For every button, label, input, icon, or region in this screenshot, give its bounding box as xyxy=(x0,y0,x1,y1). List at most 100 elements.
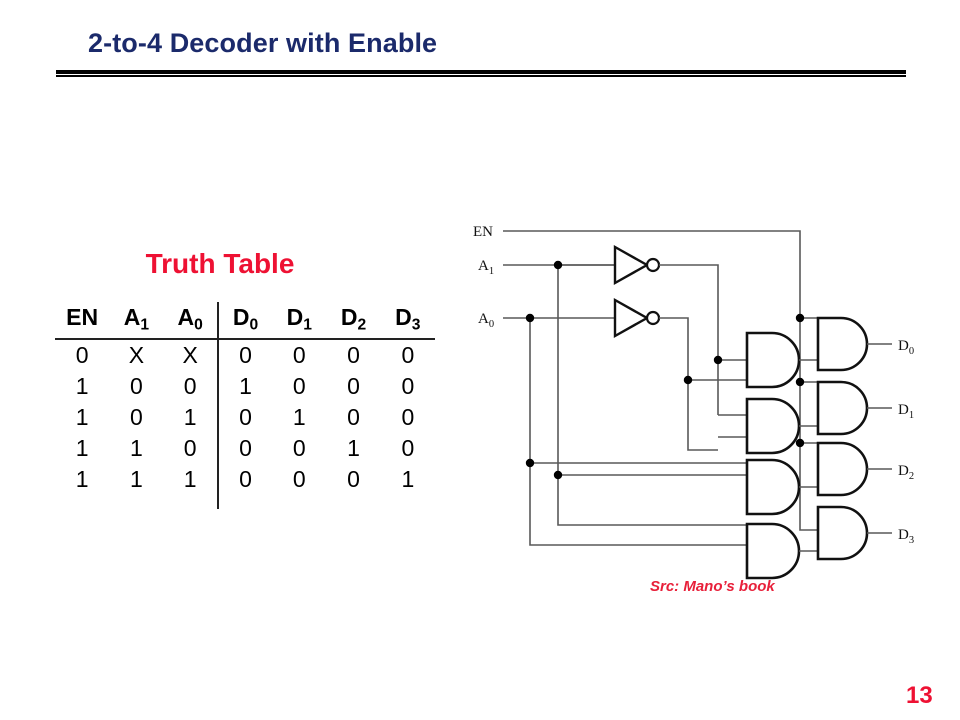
circuit-label-d2: D2 xyxy=(898,463,914,482)
table-row: 1 0 0 1 0 0 0 xyxy=(55,371,435,402)
column-header-d1-base: D xyxy=(286,303,304,330)
cell-a1: 1 xyxy=(130,466,143,492)
column-header-d0-sub: 0 xyxy=(249,316,259,334)
title-rule-thick xyxy=(56,70,906,74)
cell-en: 0 xyxy=(75,342,89,368)
cell-d3: 0 xyxy=(401,435,415,461)
column-header-en: EN xyxy=(55,302,109,339)
junction-dot-a0not xyxy=(683,375,693,385)
cell-d1: 0 xyxy=(292,466,306,492)
column-header-d3-sub: 3 xyxy=(411,316,421,334)
cell-a0: 1 xyxy=(183,404,197,430)
cell-d1: 0 xyxy=(292,373,306,399)
not-gate-icon-a1 xyxy=(613,244,650,286)
truth-table-header: EN A1 A0 D0 D1 D2 D3 xyxy=(55,302,435,339)
cell-a1: 1 xyxy=(130,435,143,461)
and-gate-icon-s1-3 xyxy=(745,522,801,580)
column-header-a1-base: A xyxy=(123,303,141,330)
inverter-bubble-a0 xyxy=(645,310,661,326)
cell-a0: 0 xyxy=(183,373,197,399)
column-header-d3-base: D xyxy=(395,303,412,330)
cell-d0: 0 xyxy=(216,464,273,509)
column-header-d2-base: D xyxy=(340,303,358,330)
circuit-label-d1: D1 xyxy=(898,402,914,421)
and-gate-icon-s2-3 xyxy=(816,505,869,561)
cell-d2: 0 xyxy=(347,342,360,368)
column-header-en-base: EN xyxy=(66,303,99,330)
junction-dot-en-3 xyxy=(795,438,805,448)
decoder-circuit-diagram: EN A1 A0 D0 D1 D2 D3 xyxy=(455,205,945,585)
wire-en-to-and8 xyxy=(799,318,818,531)
column-header-d1-sub: 1 xyxy=(303,316,312,334)
cell-d0: 0 xyxy=(216,402,273,433)
cell-d0: 0 xyxy=(216,339,273,371)
cell-a1: X xyxy=(128,342,145,368)
table-row: 1 0 1 0 1 0 0 xyxy=(55,402,435,433)
and-gate-icon-s2-2 xyxy=(816,441,869,497)
cell-d0: 0 xyxy=(216,433,273,464)
cell-d2: 1 xyxy=(347,435,360,461)
not-gate-icon-a0 xyxy=(613,297,650,339)
cell-d2: 0 xyxy=(347,466,360,492)
inverter-bubble-a1 xyxy=(645,257,661,273)
table-header-row: EN A1 A0 D0 D1 D2 D3 xyxy=(55,302,435,339)
column-header-d2: D2 xyxy=(326,302,380,339)
table-row: 1 1 1 0 0 0 1 xyxy=(55,464,435,509)
cell-a1: 0 xyxy=(130,404,143,430)
cell-a1: 0 xyxy=(130,373,143,399)
junction-dot-a1not xyxy=(713,355,723,365)
cell-d3: 1 xyxy=(401,466,415,492)
junction-dot-a0 xyxy=(525,313,535,323)
title-rule-thin xyxy=(56,75,906,77)
column-header-d1: D1 xyxy=(272,302,326,339)
column-header-a1-sub: 1 xyxy=(140,316,150,334)
junction-dot-a1 xyxy=(553,260,563,270)
wire-en-bus xyxy=(503,230,801,318)
cell-en: 1 xyxy=(75,466,89,492)
cell-a0: 1 xyxy=(183,466,197,492)
column-header-d0-base: D xyxy=(232,303,250,330)
truth-table-block: Truth Table EN A1 A0 D0 D1 D2 D3 0 X X 0… xyxy=(55,248,455,509)
source-credit: Src: Mano’s book xyxy=(650,578,775,595)
title-divider-rule xyxy=(56,70,906,77)
cell-a0: 0 xyxy=(183,435,197,461)
cell-d2: 0 xyxy=(347,404,360,430)
cell-d1: 0 xyxy=(292,435,306,461)
column-header-a1: A1 xyxy=(109,302,163,339)
circuit-label-d3: D3 xyxy=(898,527,914,546)
cell-en: 1 xyxy=(75,435,89,461)
column-header-a0-base: A xyxy=(177,303,195,330)
cell-d3: 0 xyxy=(401,373,415,399)
table-row: 0 X X 0 0 0 0 xyxy=(55,339,435,371)
circuit-label-a1: A1 xyxy=(478,258,494,277)
cell-d1: 0 xyxy=(292,342,306,368)
junction-dot-en-1 xyxy=(795,313,805,323)
column-header-d3: D3 xyxy=(381,302,435,339)
cell-en: 1 xyxy=(75,373,89,399)
wire-a1-branch-down xyxy=(557,265,718,476)
truth-table-body: 0 X X 0 0 0 0 1 0 0 1 0 0 0 1 0 1 0 1 0 … xyxy=(55,339,435,509)
truth-table-caption: Truth Table xyxy=(145,248,295,279)
junction-dot-en-2 xyxy=(795,377,805,387)
truth-table: EN A1 A0 D0 D1 D2 D3 0 X X 0 0 0 0 1 0 0… xyxy=(55,302,435,509)
and-gate-icon-s2-0 xyxy=(816,316,869,372)
cell-a0: X xyxy=(182,342,198,368)
wire-a0not-out xyxy=(659,317,718,381)
junction-dot-a0-2 xyxy=(525,458,535,468)
cell-d3: 0 xyxy=(401,342,415,368)
junction-dot-a1-2 xyxy=(553,470,563,480)
wire-a1-branch-down2 xyxy=(557,475,718,526)
circuit-label-d0: D0 xyxy=(898,338,914,357)
wire-a0not-down xyxy=(687,380,718,451)
circuit-label-a0: A0 xyxy=(478,311,494,330)
and-gate-icon-s1-1 xyxy=(745,397,801,455)
cell-d2: 0 xyxy=(347,373,360,399)
page-number: 13 xyxy=(906,682,933,709)
column-header-d2-sub: 2 xyxy=(357,316,367,334)
cell-d0: 1 xyxy=(216,371,273,402)
column-header-a0: A0 xyxy=(164,302,218,339)
cell-d3: 0 xyxy=(401,404,415,430)
column-header-d0: D0 xyxy=(216,302,273,339)
cell-d1: 1 xyxy=(292,404,306,430)
page-title: 2-to-4 Decoder with Enable xyxy=(88,28,438,58)
